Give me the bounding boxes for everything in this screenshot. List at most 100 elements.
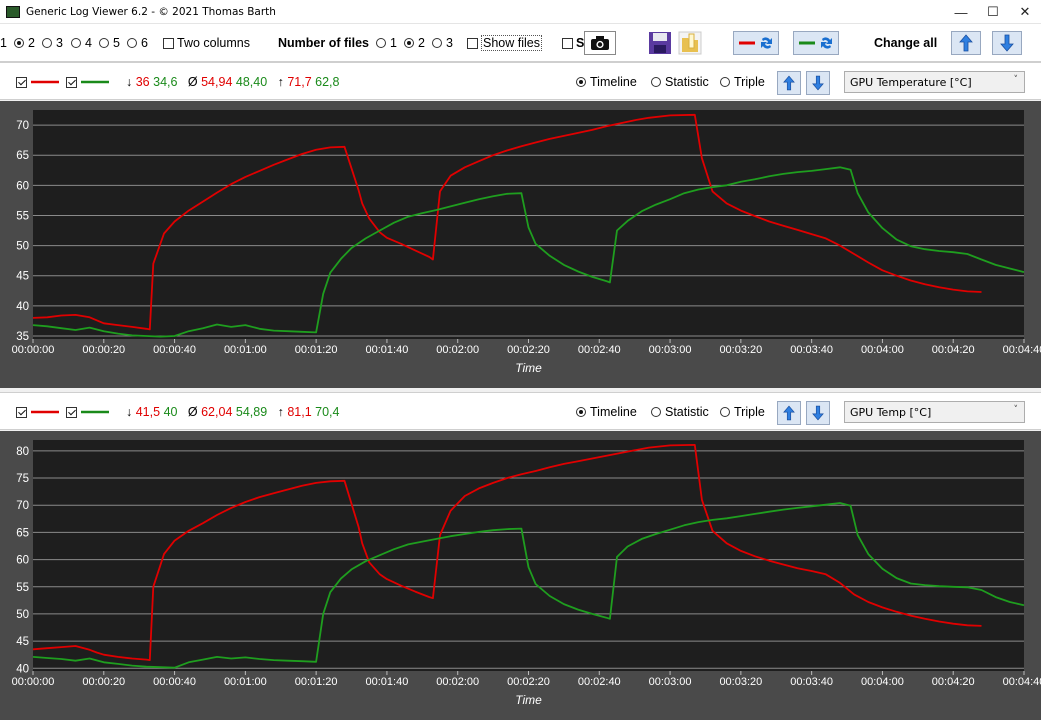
y-tick-label: 50: [16, 609, 29, 621]
files-radio-3[interactable]: 3: [432, 24, 453, 62]
x-tick-label: 00:01:20: [295, 344, 338, 356]
y-tick-label: 65: [16, 150, 29, 162]
avg-symbol: Ø: [187, 405, 198, 419]
radio-button[interactable]: [720, 77, 730, 87]
column-radio-4[interactable]: 4: [71, 24, 92, 62]
avg-green: 54,89: [235, 405, 268, 419]
radio-button[interactable]: [720, 407, 730, 417]
panel-1-up-button[interactable]: [777, 71, 801, 95]
max-symbol: ↑: [277, 405, 284, 419]
change-all-up-button[interactable]: [951, 24, 981, 62]
y-tick-label: 70: [16, 500, 29, 512]
arrow-down-icon: [1000, 34, 1014, 52]
x-tick-label: 00:04:40: [1003, 344, 1041, 356]
save-icon: [649, 32, 671, 54]
radio-button[interactable]: [14, 38, 24, 48]
column-radio-5[interactable]: 5: [99, 24, 120, 62]
avg-red: 62,04: [201, 405, 233, 419]
view-radio-triple[interactable]: Triple: [720, 393, 765, 431]
radio-button[interactable]: [432, 38, 442, 48]
checkbox[interactable]: [66, 76, 77, 88]
close-button[interactable]: ✕: [1009, 0, 1041, 24]
minimize-button[interactable]: —: [945, 0, 977, 24]
max-symbol: ↑: [277, 75, 284, 89]
checkbox[interactable]: [16, 76, 27, 88]
x-tick-label: 00:00:00: [12, 676, 55, 688]
green-series-toggle[interactable]: [66, 393, 110, 431]
radio-button[interactable]: [404, 38, 414, 48]
chart-1[interactable]: 35 40 45 50 55 60 65 70 00:00:00 00:00:20 00:00:40…: [0, 101, 1041, 388]
min-red: 36: [135, 75, 150, 89]
main-toolbar: 1 2 3 4 5 6 Two columns Number of files …: [0, 24, 1041, 62]
change-all-label: Change all: [874, 36, 938, 50]
x-tick-label: 00:00:20: [82, 676, 125, 688]
column-radio-3[interactable]: 3: [42, 24, 63, 62]
view-radio-triple[interactable]: Triple: [720, 63, 765, 101]
x-tick-label: 00:03:00: [649, 344, 692, 356]
checkbox[interactable]: [467, 37, 478, 49]
checkbox[interactable]: [66, 406, 77, 418]
panel-2-up-button[interactable]: [777, 401, 801, 425]
radio-button[interactable]: [127, 38, 137, 48]
sensor-select[interactable]: GPU Temp [°C] ˅: [844, 401, 1025, 423]
column-radio-2[interactable]: 2: [14, 24, 35, 62]
sensor-select[interactable]: GPU Temperature [°C] ˅: [844, 71, 1025, 93]
green-series-swap-button[interactable]: [793, 24, 839, 62]
radio-button[interactable]: [651, 407, 661, 417]
checkbox[interactable]: [16, 406, 27, 418]
stats-readout: ↓ 41,5 40 Ø 62,04 54,89 ↑ 81,1 70,4: [126, 393, 339, 431]
red-line-icon: [31, 80, 59, 84]
x-tick-label: 00:03:40: [790, 676, 833, 688]
green-swap-icon: [799, 37, 832, 49]
red-series-swap-button[interactable]: [733, 24, 779, 62]
panel-2-down-button[interactable]: [806, 401, 830, 425]
radio-button[interactable]: [99, 38, 109, 48]
radio-button[interactable]: [576, 407, 586, 417]
radio-button[interactable]: [71, 38, 81, 48]
title-bar: Generic Log Viewer 6.2 - © 2021 Thomas B…: [0, 0, 1041, 24]
files-radio-2[interactable]: 2: [404, 24, 425, 62]
two-columns-checkbox[interactable]: Two columns: [163, 24, 250, 62]
red-series-toggle[interactable]: [16, 63, 60, 101]
x-tick-label: 00:03:00: [649, 676, 692, 688]
y-tick-label: 80: [16, 446, 29, 458]
screenshot-button[interactable]: [584, 24, 616, 62]
view-radio-timeline[interactable]: Timeline: [576, 393, 637, 431]
radio-button[interactable]: [42, 38, 52, 48]
show-files-checkbox[interactable]: Show files: [467, 24, 542, 62]
red-swap-icon: [739, 37, 772, 49]
x-tick-label: 00:02:00: [436, 344, 479, 356]
window-title: Generic Log Viewer 6.2 - © 2021 Thomas B…: [26, 5, 276, 18]
x-tick-label: 00:02:20: [507, 344, 550, 356]
panel-2-header: ↓ 41,5 40 Ø 62,04 54,89 ↑ 81,1 70,4 Time…: [0, 392, 1041, 430]
avg-symbol: Ø: [187, 75, 198, 89]
column-radio-6[interactable]: 6: [127, 24, 148, 62]
chart-2[interactable]: 40 45 50 55 60 65 70 75 80 00:00:00 00:00:20 00:00:…: [0, 431, 1041, 720]
open-folder-button[interactable]: [678, 24, 702, 62]
column-radio-1[interactable]: 1: [0, 24, 7, 62]
s-checkbox[interactable]: S: [562, 24, 584, 62]
radio-button[interactable]: [576, 77, 586, 87]
app-icon: [6, 5, 20, 18]
arrow-up-icon: [959, 34, 973, 52]
checkbox[interactable]: [163, 37, 174, 49]
y-tick-label: 40: [16, 663, 29, 675]
x-tick-label: 00:04:00: [861, 676, 904, 688]
change-all-down-button[interactable]: [992, 24, 1022, 62]
camera-icon: [591, 36, 609, 50]
x-tick-label: 00:02:00: [436, 676, 479, 688]
view-radio-statistic[interactable]: Statistic: [651, 393, 709, 431]
files-radio-1[interactable]: 1: [376, 24, 397, 62]
view-radio-statistic[interactable]: Statistic: [651, 63, 709, 101]
min-green: 34,6: [153, 75, 178, 89]
radio-button[interactable]: [376, 38, 386, 48]
red-series-toggle[interactable]: [16, 393, 60, 431]
view-radio-timeline[interactable]: Timeline: [576, 63, 637, 101]
radio-button[interactable]: [651, 77, 661, 87]
x-tick-label: 00:04:20: [932, 344, 975, 356]
maximize-button[interactable]: ☐: [977, 0, 1009, 24]
green-series-toggle[interactable]: [66, 63, 110, 101]
checkbox[interactable]: [562, 37, 573, 49]
save-button[interactable]: [648, 24, 672, 62]
panel-1-down-button[interactable]: [806, 71, 830, 95]
